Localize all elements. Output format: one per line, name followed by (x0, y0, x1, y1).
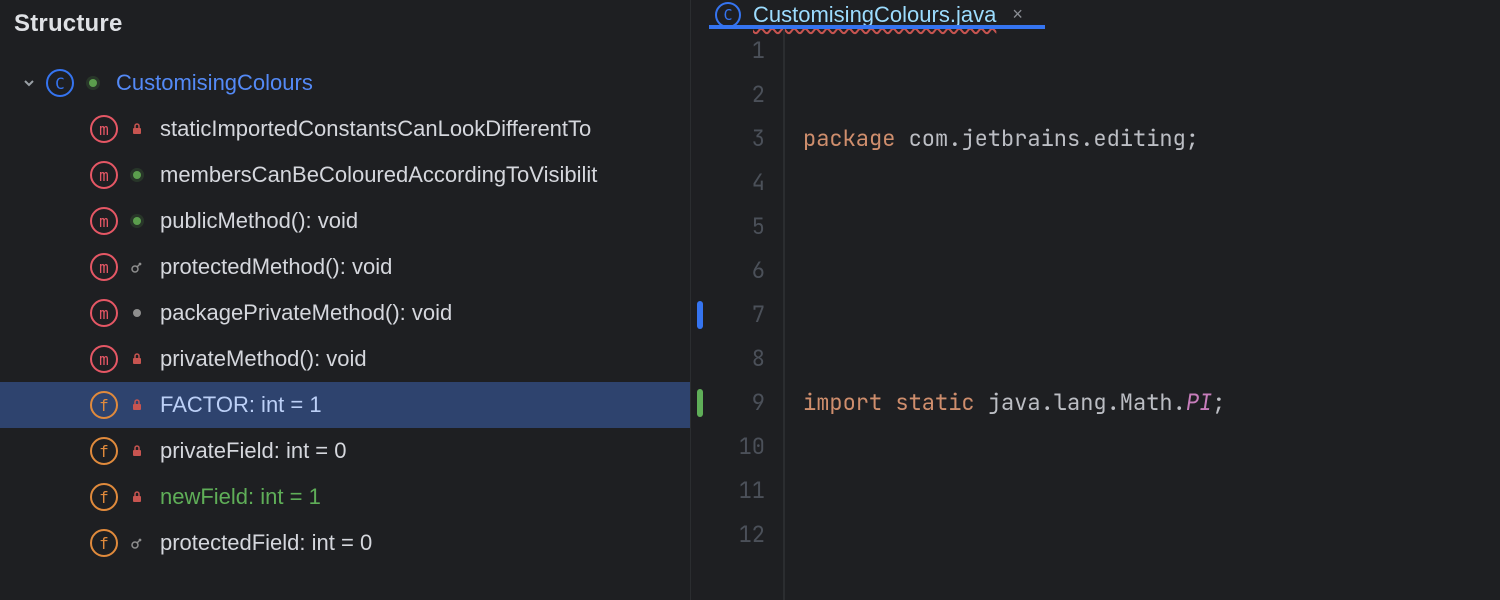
visibility-protected-icon (128, 534, 146, 552)
field-icon: f (90, 483, 118, 511)
line-number[interactable]: 2 (691, 73, 765, 117)
tree-member-label: privateMethod(): void (160, 346, 367, 372)
line-number[interactable]: 12 (691, 513, 765, 557)
method-icon: m (90, 299, 118, 327)
source-text[interactable]: package com.jetbrains.editing; import st… (785, 29, 1374, 600)
java-class-icon: C (715, 2, 741, 28)
tree-member-label: publicMethod(): void (160, 208, 358, 234)
method-icon: m (90, 161, 118, 189)
tree-member[interactable]: f protectedField: int = 0 (0, 520, 690, 566)
editor-tab[interactable]: C CustomisingColours.java × (709, 0, 1045, 29)
tree-member[interactable]: m staticImportedConstantsCanLookDifferent… (0, 106, 690, 152)
code-line: package com.jetbrains.editing; (803, 117, 1374, 161)
method-icon: m (90, 253, 118, 281)
visibility-private-icon (128, 396, 146, 414)
tree-member-label: newField: int = 1 (160, 484, 321, 510)
visibility-package-icon (128, 304, 146, 322)
field-icon: f (90, 437, 118, 465)
visibility-private-icon (128, 350, 146, 368)
line-number[interactable]: 7 (691, 293, 765, 337)
field-icon: f (90, 529, 118, 557)
visibility-private-icon (128, 120, 146, 138)
code-line: import static java.lang.Math.PI; (803, 381, 1374, 425)
field-icon: f (90, 391, 118, 419)
tree-member[interactable]: m privateMethod(): void (0, 336, 690, 382)
tree-member-label: protectedMethod(): void (160, 254, 392, 280)
structure-tree: C CustomisingColours m staticImportedCons… (0, 56, 690, 566)
tree-root-label: CustomisingColours (116, 70, 313, 96)
editor-tab-filename: CustomisingColours.java (753, 2, 996, 28)
tree-member-label: packagePrivateMethod(): void (160, 300, 452, 326)
code-editor: C CustomisingColours.java × 123456789101… (690, 0, 1500, 600)
method-icon: m (90, 115, 118, 143)
visibility-private-icon (128, 488, 146, 506)
line-number[interactable]: 5 (691, 205, 765, 249)
line-number[interactable]: 8 (691, 337, 765, 381)
class-icon: C (46, 69, 74, 97)
tree-member-label: membersCanBeColouredAccordingToVisibilit (160, 162, 597, 188)
line-number[interactable]: 11 (691, 469, 765, 513)
tree-member[interactable]: m publicMethod(): void (0, 198, 690, 244)
tree-member-label: FACTOR: int = 1 (160, 392, 322, 418)
vcs-modified-marker[interactable] (697, 301, 703, 329)
tree-member[interactable]: m protectedMethod(): void (0, 244, 690, 290)
visibility-public-icon (128, 212, 146, 230)
tree-member-label: staticImportedConstantsCanLookDifferentT… (160, 116, 591, 142)
visibility-private-icon (128, 442, 146, 460)
tree-member[interactable]: m membersCanBeColouredAccordingToVisibili… (0, 152, 690, 198)
chevron-down-icon[interactable] (18, 72, 40, 94)
visibility-public-icon (128, 166, 146, 184)
line-number[interactable]: 10 (691, 425, 765, 469)
vcs-added-marker[interactable] (697, 389, 703, 417)
line-number[interactable]: 9 (691, 381, 765, 425)
code-line (803, 513, 1374, 557)
code-line (803, 249, 1374, 293)
method-icon: m (90, 207, 118, 235)
line-gutter: 123456789101112 (691, 29, 783, 600)
structure-title: Structure (0, 0, 690, 56)
tree-member[interactable]: f newField: int = 1 (0, 474, 690, 520)
tree-member[interactable]: m packagePrivateMethod(): void (0, 290, 690, 336)
line-number[interactable]: 6 (691, 249, 765, 293)
tree-member-label: protectedField: int = 0 (160, 530, 372, 556)
editor-tabbar: C CustomisingColours.java × (691, 0, 1500, 29)
line-number[interactable]: 4 (691, 161, 765, 205)
line-number[interactable]: 3 (691, 117, 765, 161)
tree-member[interactable]: f FACTOR: int = 1 (0, 382, 690, 428)
tree-member[interactable]: f privateField: int = 0 (0, 428, 690, 474)
code-area[interactable]: 123456789101112 package com.jetbrains.ed… (691, 29, 1500, 600)
tree-member-label: privateField: int = 0 (160, 438, 346, 464)
visibility-public-icon (84, 74, 102, 92)
structure-panel: Structure C CustomisingColours m staticIm… (0, 0, 690, 600)
visibility-protected-icon (128, 258, 146, 276)
tree-root[interactable]: C CustomisingColours (0, 60, 690, 106)
line-number[interactable]: 1 (691, 29, 765, 73)
method-icon: m (90, 345, 118, 373)
